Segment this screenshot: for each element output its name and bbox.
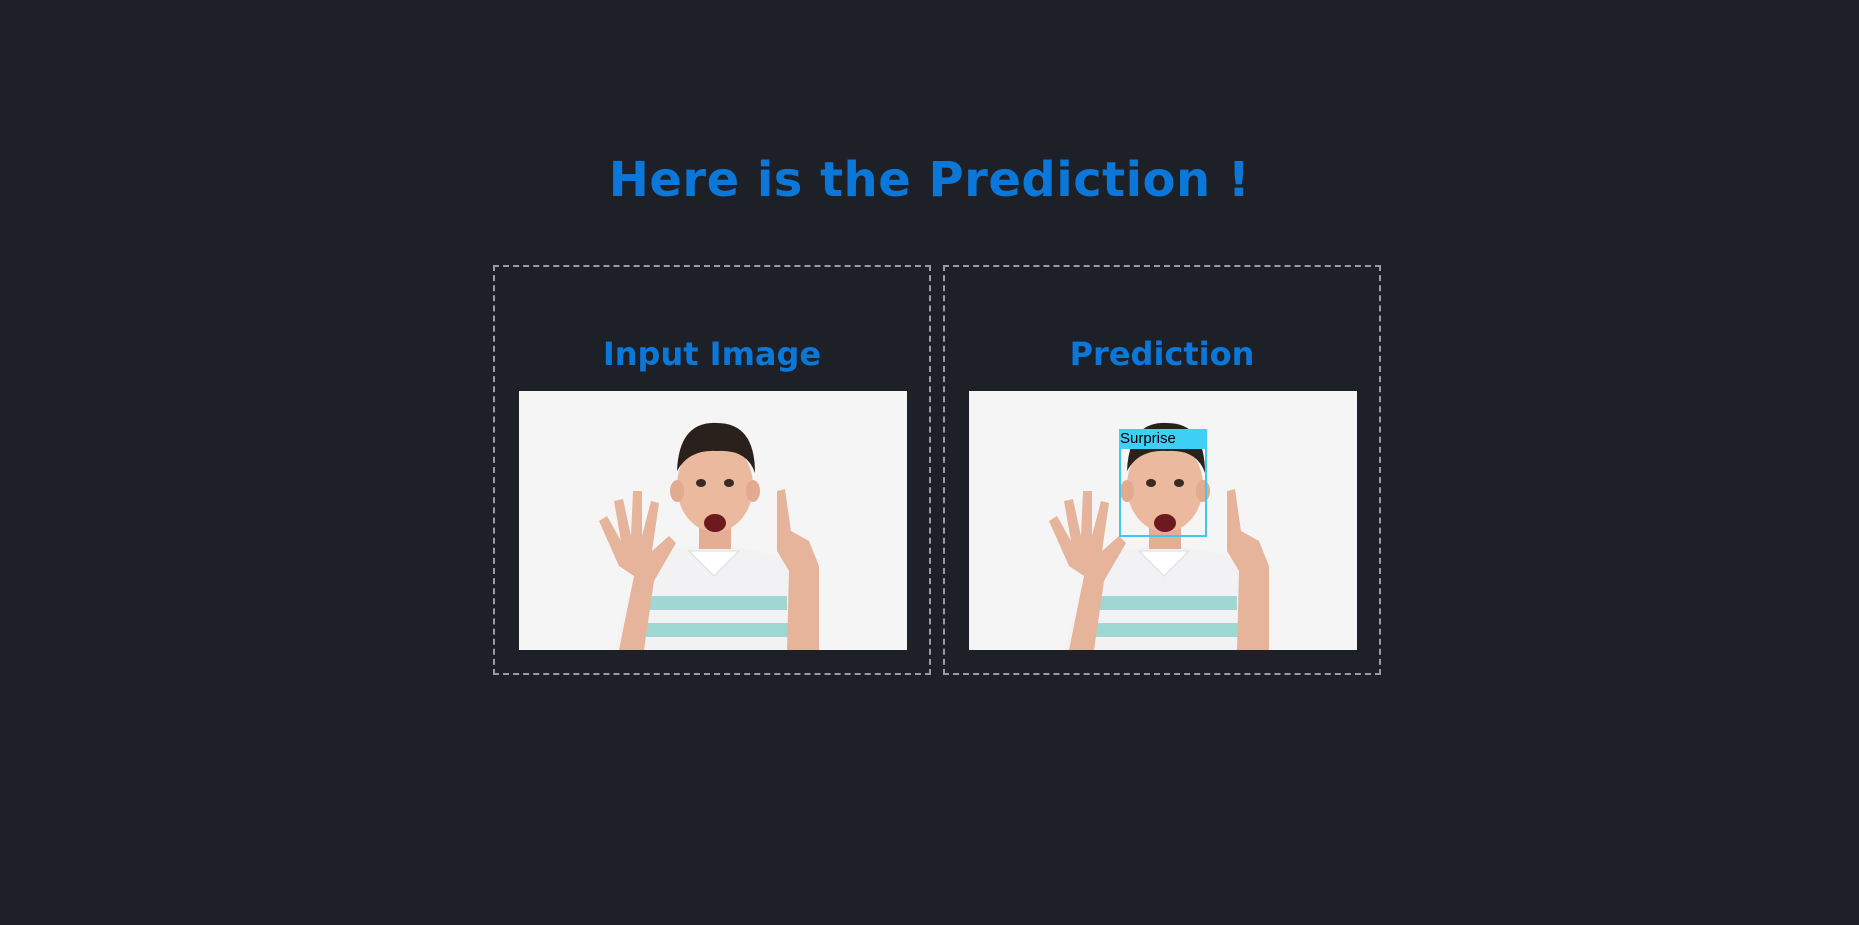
input-photo bbox=[519, 391, 907, 650]
page-title: Here is the Prediction ! bbox=[608, 152, 1251, 208]
prediction-panel: Prediction Surprise bbox=[943, 265, 1381, 675]
input-image-title: Input Image bbox=[602, 335, 822, 373]
emotion-label: Surprise bbox=[1119, 429, 1207, 449]
boy-surprised-photo bbox=[519, 391, 907, 650]
input-image-panel: Input Image bbox=[493, 265, 931, 675]
prediction-photo: Surprise bbox=[969, 391, 1357, 650]
prediction-title: Prediction bbox=[1069, 335, 1255, 373]
